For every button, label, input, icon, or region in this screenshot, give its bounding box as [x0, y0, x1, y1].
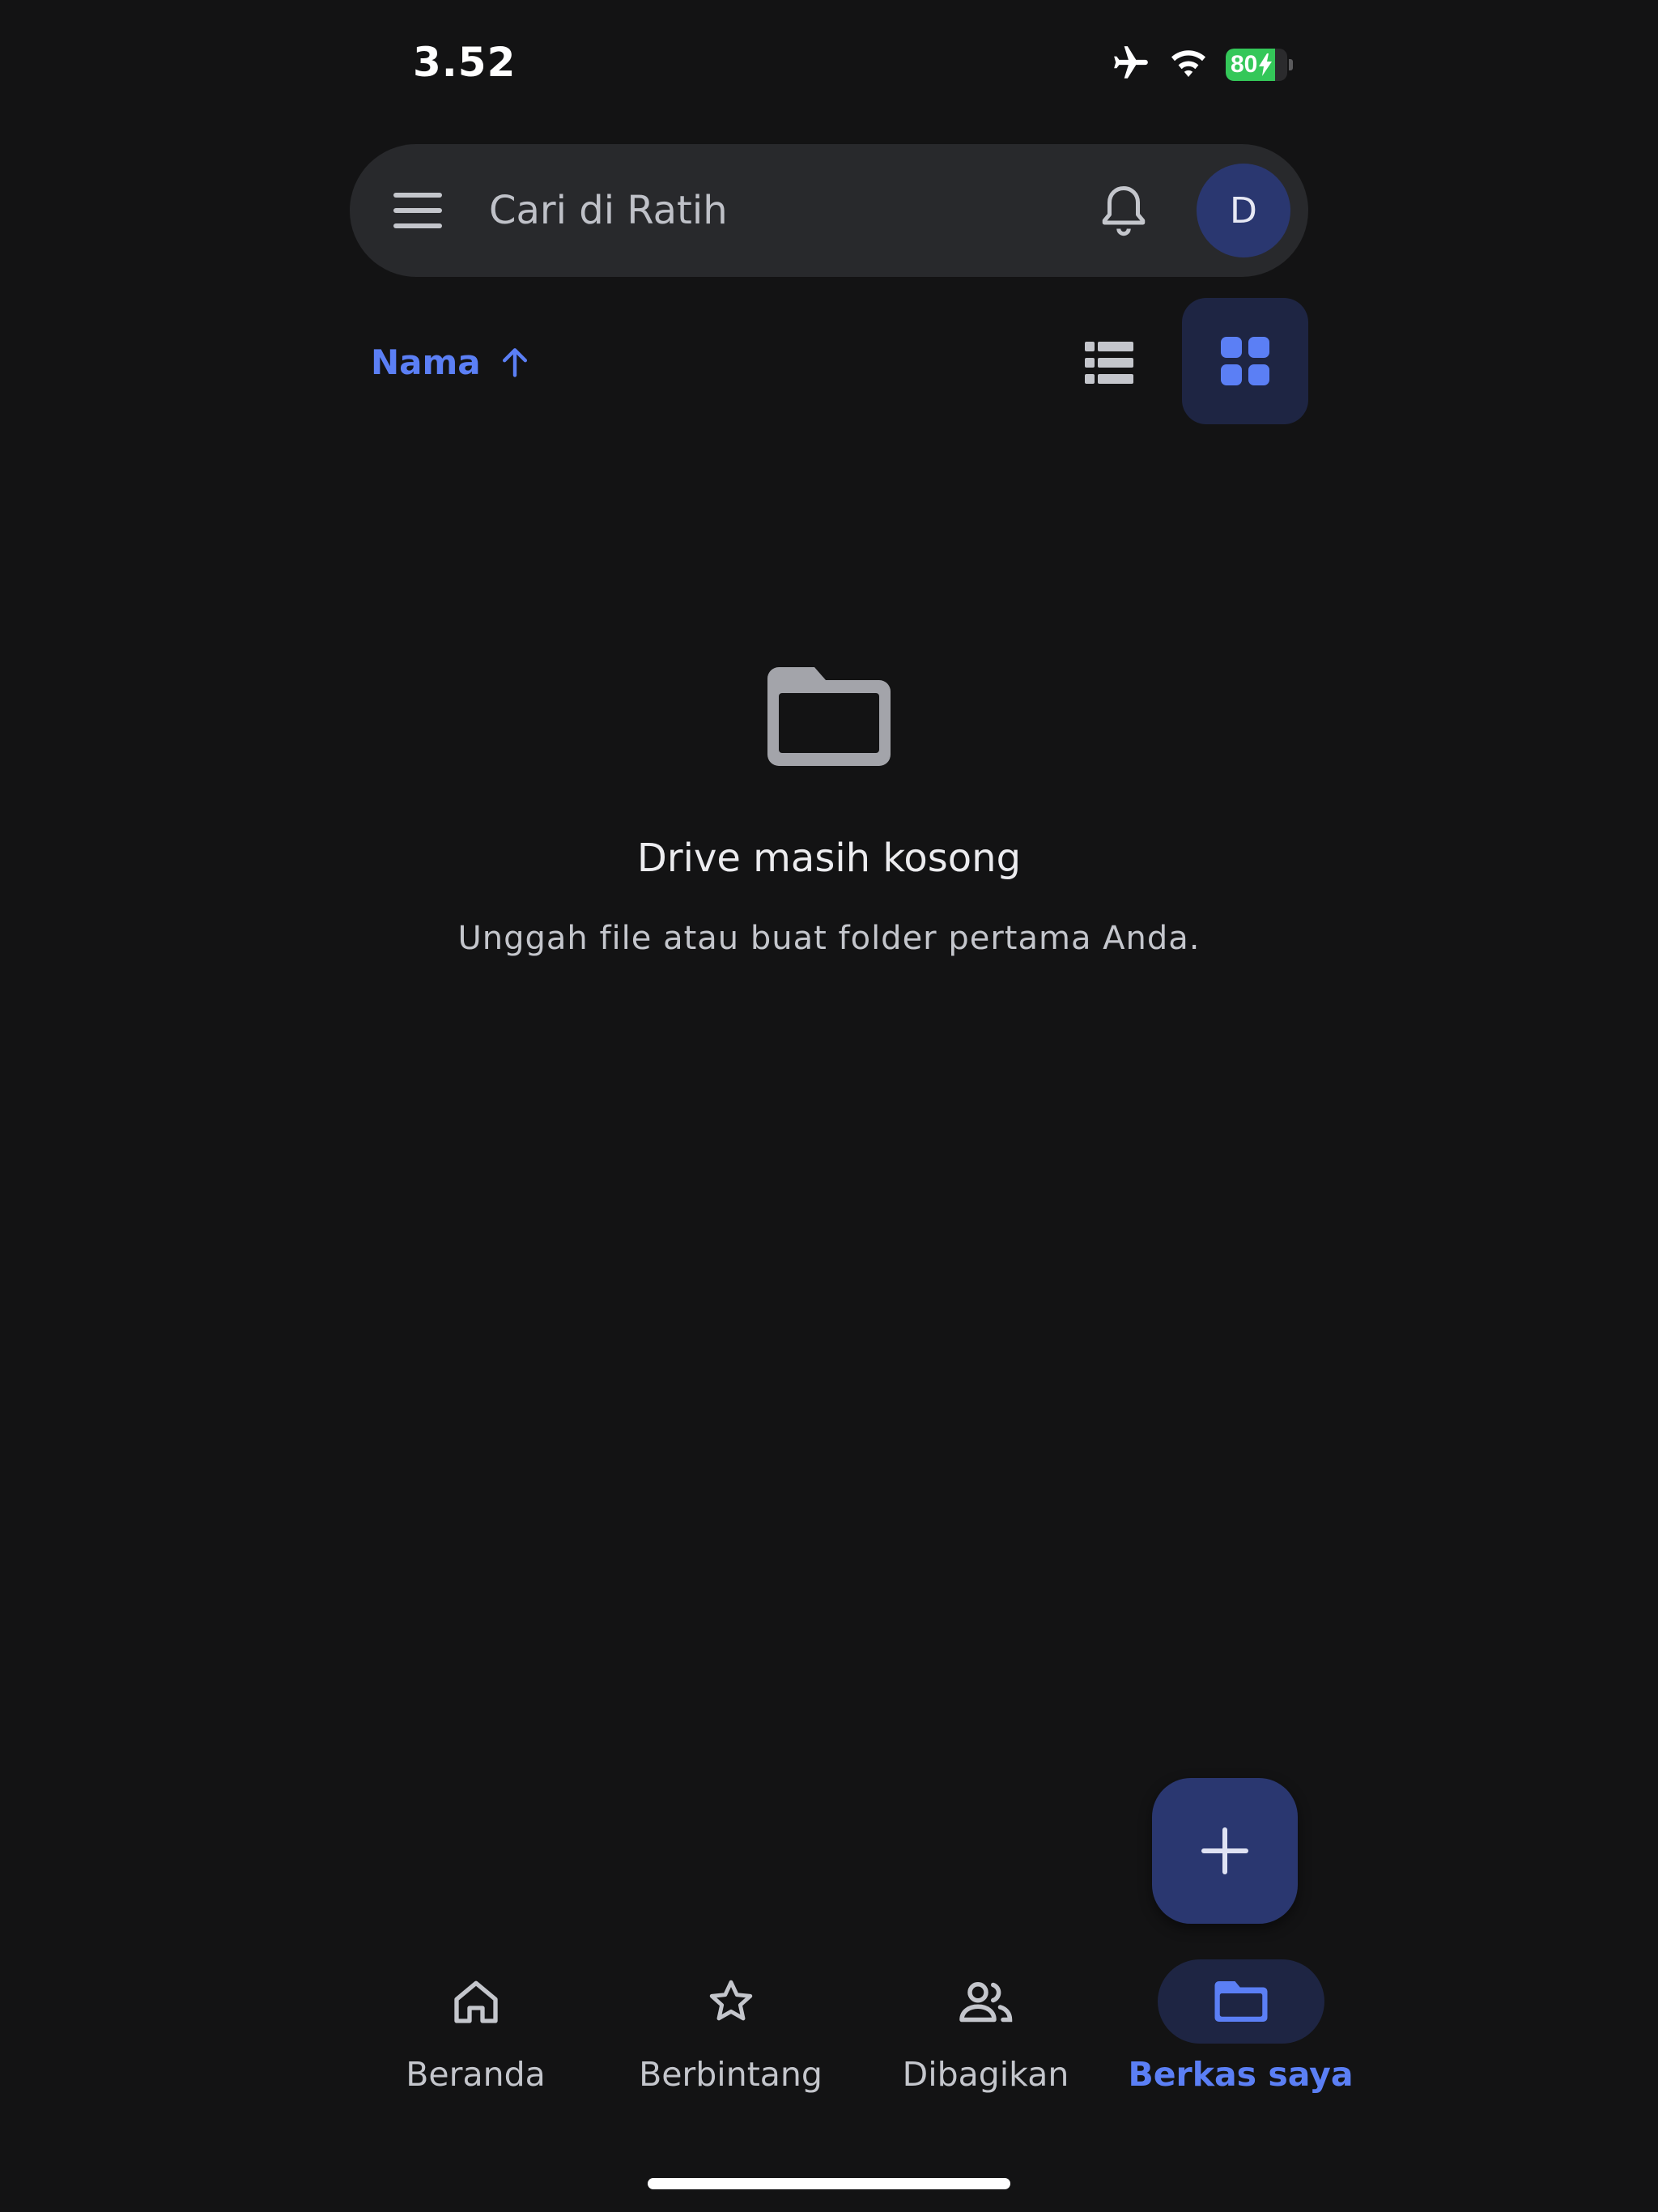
- home-icon: [453, 1980, 498, 2023]
- nav-label: Berkas saya: [1128, 2055, 1354, 2094]
- sort-label: Nama: [371, 342, 481, 382]
- menu-button[interactable]: [387, 180, 449, 241]
- empty-folder-icon: [767, 667, 891, 766]
- plus-icon: [1201, 1827, 1248, 1874]
- battery-level: 80: [1231, 51, 1258, 78]
- people-icon: [959, 1982, 1012, 2023]
- bell-icon: [1102, 186, 1146, 236]
- nav-pill: [648, 1959, 814, 2044]
- empty-state-title: Drive masih kosong: [636, 836, 1022, 881]
- arrow-up-icon: [502, 348, 527, 377]
- battery-icon: 80: [1226, 49, 1287, 81]
- folder-icon: [1214, 1981, 1267, 2022]
- search-input[interactable]: [487, 187, 1085, 234]
- nav-pill: [393, 1959, 559, 2044]
- grid-view-icon: [1221, 337, 1269, 385]
- nav-label: Beranda: [406, 2055, 546, 2094]
- empty-state-subtitle: Unggah file atau buat folder pertama And…: [457, 920, 1201, 957]
- grid-view-button[interactable]: [1182, 298, 1308, 424]
- home-indicator: [648, 2178, 1010, 2189]
- status-icons: 80: [1111, 42, 1293, 87]
- nav-item-berkas-saya[interactable]: Berkas saya: [1113, 1959, 1368, 2121]
- bottom-navigation: Beranda Berbintang Dibagikan Berkas saya: [348, 1959, 1368, 2121]
- menu-icon: [393, 193, 442, 228]
- search-bar: D: [350, 144, 1308, 277]
- nav-pill: [1157, 1959, 1324, 2044]
- star-icon: [709, 1980, 752, 2021]
- wifi-icon: [1167, 45, 1209, 84]
- status-time: 3.52: [413, 39, 517, 86]
- nav-label: Dibagikan: [902, 2055, 1069, 2094]
- new-button[interactable]: [1152, 1778, 1298, 1924]
- drive-screen: 3.52 80 Cari di Ratih D Nama Drive masih…: [0, 0, 1658, 2212]
- nav-item-dibagikan[interactable]: Dibagikan: [858, 1959, 1113, 2121]
- list-view-button[interactable]: [1067, 321, 1151, 405]
- notifications-button[interactable]: [1085, 172, 1163, 249]
- battery-tip: [1289, 59, 1293, 70]
- sort-button[interactable]: Nama: [371, 335, 533, 389]
- nav-label: Berbintang: [639, 2055, 823, 2094]
- nav-pill: [903, 1959, 1069, 2044]
- avatar[interactable]: D: [1197, 164, 1290, 257]
- list-view-icon: [1085, 342, 1133, 384]
- nav-item-beranda[interactable]: Beranda: [348, 1959, 603, 2121]
- charging-bolt-icon: [1259, 53, 1273, 76]
- nav-item-berbintang[interactable]: Berbintang: [603, 1959, 858, 2121]
- airplane-icon: [1111, 43, 1151, 87]
